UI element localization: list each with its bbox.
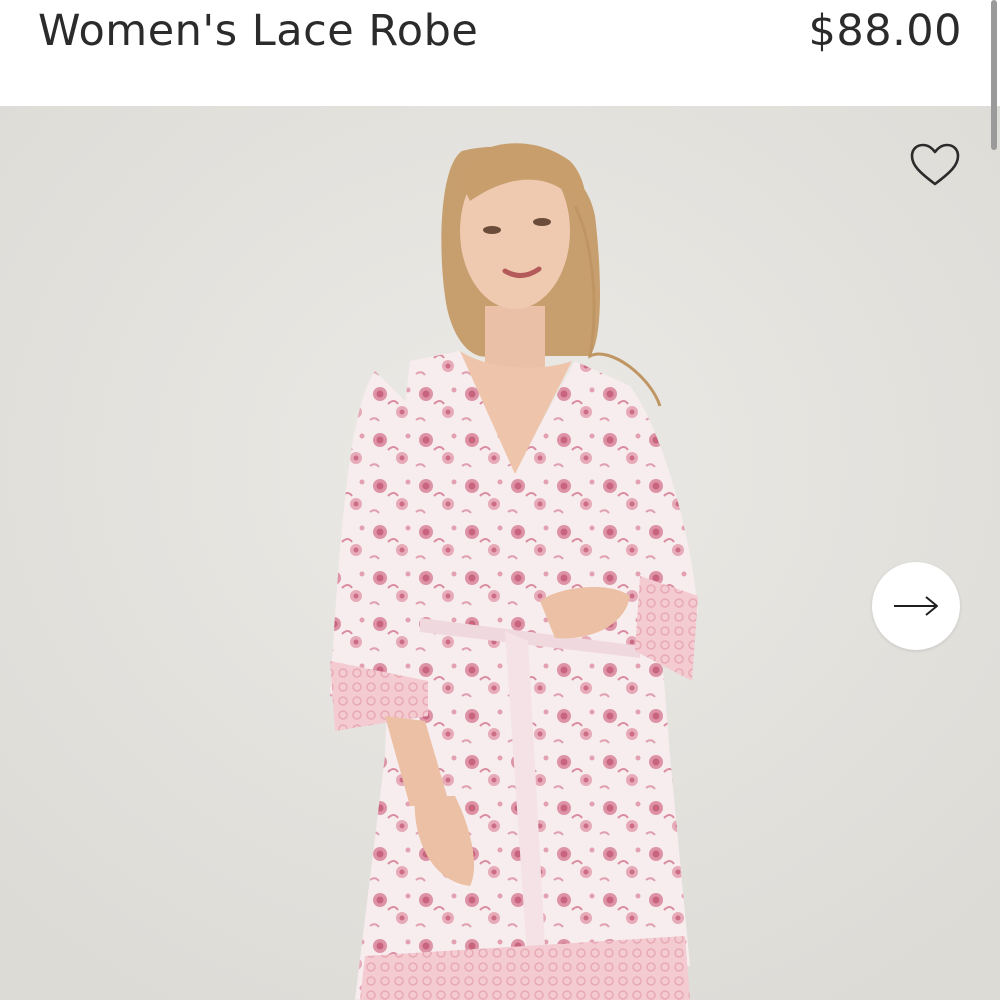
product-price: $88.00 — [808, 6, 962, 56]
product-image-gallery[interactable] — [0, 106, 1000, 1000]
favorite-button[interactable] — [905, 140, 965, 190]
next-image-button[interactable] — [872, 562, 960, 650]
heart-outline-icon — [910, 143, 960, 186]
product-photo — [0, 106, 1000, 1000]
product-title: Women's Lace Robe — [38, 6, 479, 56]
product-header: Women's Lace Robe $88.00 — [0, 0, 1000, 106]
product-page: Women's Lace Robe $88.00 — [0, 0, 1000, 1000]
arrow-right-icon — [894, 596, 938, 616]
scrollbar[interactable] — [991, 0, 997, 150]
